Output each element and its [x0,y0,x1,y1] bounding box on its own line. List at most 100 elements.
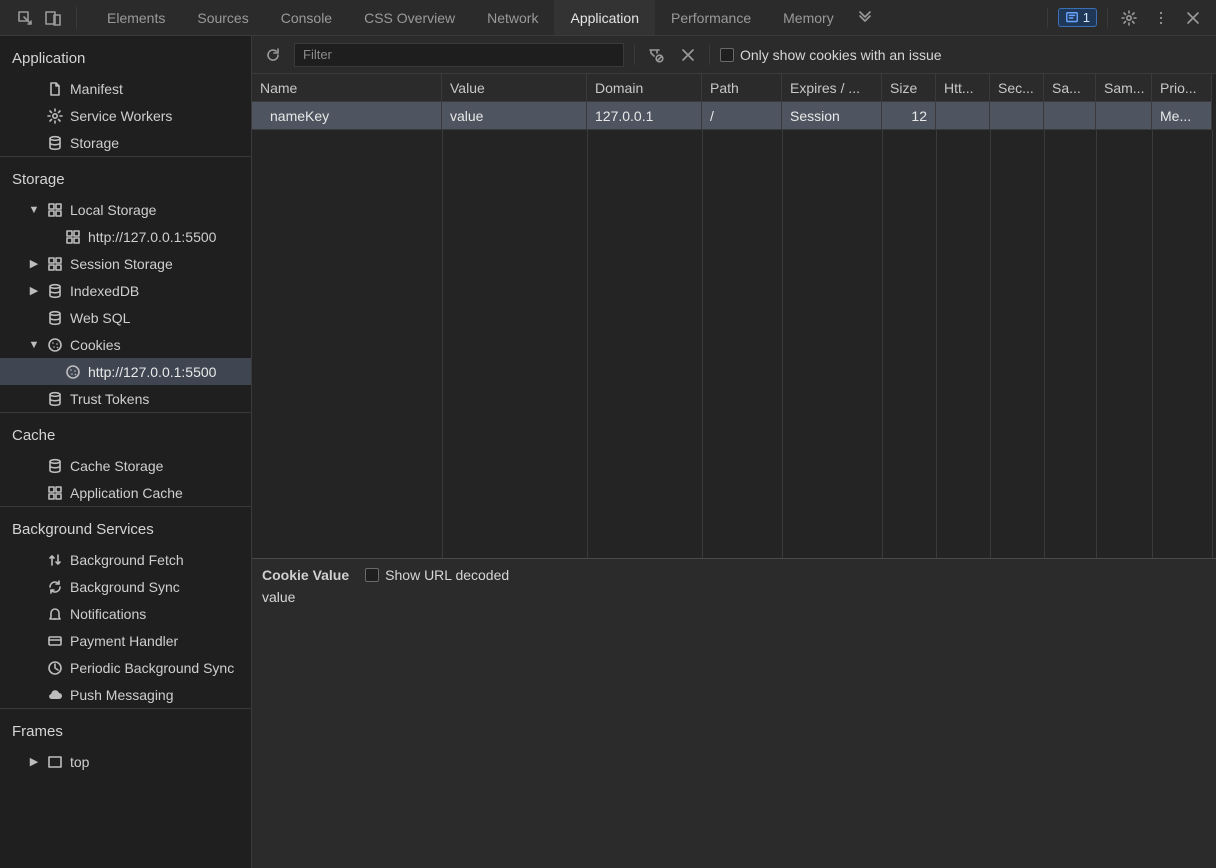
issues-count: 1 [1083,10,1090,25]
col-size[interactable]: Size [882,74,936,102]
sidebar-item-http-127-0-0-1-5500[interactable]: ▶http://127.0.0.1:5500 [0,358,251,385]
sidebar-item-label: Background Fetch [70,552,251,568]
sidebar-item-label: Web SQL [70,310,251,326]
col-name[interactable]: Name [252,74,442,102]
card-icon [46,632,64,650]
col-htt[interactable]: Htt... [936,74,990,102]
col-sam[interactable]: Sam... [1096,74,1152,102]
more-tabs-icon[interactable] [854,7,876,29]
table-cell[interactable]: nameKey [252,102,442,130]
sidebar-item-service-workers[interactable]: ▶Service Workers [0,102,251,129]
refresh-icon[interactable] [262,44,284,66]
table-cell[interactable]: 12 [882,102,936,130]
sidebar-item-label: Push Messaging [70,687,251,703]
sidebar-item-notifications[interactable]: ▶Notifications [0,600,251,627]
clear-filtered-icon[interactable] [645,44,667,66]
gear-icon [46,107,64,125]
table-cell[interactable] [990,102,1044,130]
close-devtools-icon[interactable] [1182,7,1204,29]
sidebar-item-trust-tokens[interactable]: ▶Trust Tokens [0,385,251,412]
sidebar-item-payment-handler[interactable]: ▶Payment Handler [0,627,251,654]
sidebar-item-storage[interactable]: ▶Storage [0,129,251,156]
only-issues-label: Only show cookies with an issue [740,47,942,63]
sidebar-section-storage: Storage [0,157,251,196]
sidebar-item-periodic-background-sync[interactable]: ▶Periodic Background Sync [0,654,251,681]
sidebar-item-label: IndexedDB [70,283,251,299]
sidebar-section-frames: Frames [0,709,251,748]
tab-console[interactable]: Console [265,0,348,35]
sidebar-item-application-cache[interactable]: ▶Application Cache [0,479,251,506]
kebab-menu-icon[interactable] [1150,7,1172,29]
col-expires[interactable]: Expires / ... [782,74,882,102]
tab-sources[interactable]: Sources [181,0,264,35]
db-icon [46,390,64,408]
tab-performance[interactable]: Performance [655,0,767,35]
cookie-value-text: value [262,589,1206,605]
sidebar-item-indexeddb[interactable]: ▶IndexedDB [0,277,251,304]
col-prio[interactable]: Prio... [1152,74,1212,102]
sidebar-item-label: http://127.0.0.1:5500 [88,364,251,380]
db-icon [46,457,64,475]
tab-application[interactable]: Application [554,0,655,35]
col-domain[interactable]: Domain [587,74,702,102]
clear-all-icon[interactable] [677,44,699,66]
issues-badge[interactable]: 1 [1058,8,1097,27]
settings-gear-icon[interactable] [1118,7,1140,29]
cookies-table-body: nameKeyvalue127.0.0.1/Session12 Me... [252,102,1216,130]
grid-icon [46,201,64,219]
sidebar-item-web-sql[interactable]: ▶Web SQL [0,304,251,331]
table-cell[interactable]: / [702,102,782,130]
cookie-value-title: Cookie Value [262,567,349,583]
table-cell[interactable] [1044,102,1096,130]
sync-icon [46,578,64,596]
col-path[interactable]: Path [702,74,782,102]
grid-icon [64,228,82,246]
tab-css-overview[interactable]: CSS Overview [348,0,471,35]
sidebar-item-cookies[interactable]: ▼Cookies [0,331,251,358]
sidebar-item-label: top [70,754,251,770]
cookie-icon [46,336,64,354]
sidebar-item-label: Session Storage [70,256,251,272]
sidebar-item-cache-storage[interactable]: ▶Cache Storage [0,452,251,479]
table-cell[interactable]: 127.0.0.1 [587,102,702,130]
filter-input[interactable] [294,43,624,67]
sidebar-section-cache: Cache [0,413,251,452]
show-url-decoded-label: Show URL decoded [385,567,509,583]
sidebar-section-background-services: Background Services [0,507,251,546]
sidebar-item-label: Local Storage [70,202,251,218]
cookies-toolbar: Only show cookies with an issue [252,36,1216,74]
sidebar-item-label: Cookies [70,337,251,353]
sidebar-item-push-messaging[interactable]: ▶Push Messaging [0,681,251,708]
sidebar-item-http-127-0-0-1-5500[interactable]: ▶http://127.0.0.1:5500 [0,223,251,250]
updown-icon [46,551,64,569]
tab-elements[interactable]: Elements [91,0,181,35]
sidebar-item-background-fetch[interactable]: ▶Background Fetch [0,546,251,573]
cookie-value-panel: Cookie Value Show URL decoded value [252,558,1216,868]
sidebar-item-label: Periodic Background Sync [70,660,251,676]
show-url-decoded-checkbox[interactable]: Show URL decoded [365,567,509,583]
col-value[interactable]: Value [442,74,587,102]
file-icon [46,80,64,98]
application-sidebar: Application▶Manifest▶Service Workers▶Sto… [0,36,252,868]
table-cell[interactable]: value [442,102,587,130]
device-toolbar-icon[interactable] [42,7,64,29]
table-cell[interactable] [936,102,990,130]
grid-icon [46,484,64,502]
only-issues-checkbox[interactable]: Only show cookies with an issue [720,47,942,63]
sidebar-item-label: Notifications [70,606,251,622]
col-sa[interactable]: Sa... [1044,74,1096,102]
sidebar-item-background-sync[interactable]: ▶Background Sync [0,573,251,600]
sidebar-item-local-storage[interactable]: ▼Local Storage [0,196,251,223]
tab-network[interactable]: Network [471,0,554,35]
table-cell[interactable]: Session [782,102,882,130]
bell-icon [46,605,64,623]
table-cell[interactable]: Me... [1152,102,1212,130]
sidebar-item-top[interactable]: ▶top [0,748,251,775]
col-sec[interactable]: Sec... [990,74,1044,102]
table-cell[interactable] [1096,102,1152,130]
tab-memory[interactable]: Memory [767,0,850,35]
sidebar-item-manifest[interactable]: ▶Manifest [0,75,251,102]
inspect-icon[interactable] [14,7,36,29]
sidebar-item-session-storage[interactable]: ▶Session Storage [0,250,251,277]
sidebar-item-label: Service Workers [70,108,251,124]
